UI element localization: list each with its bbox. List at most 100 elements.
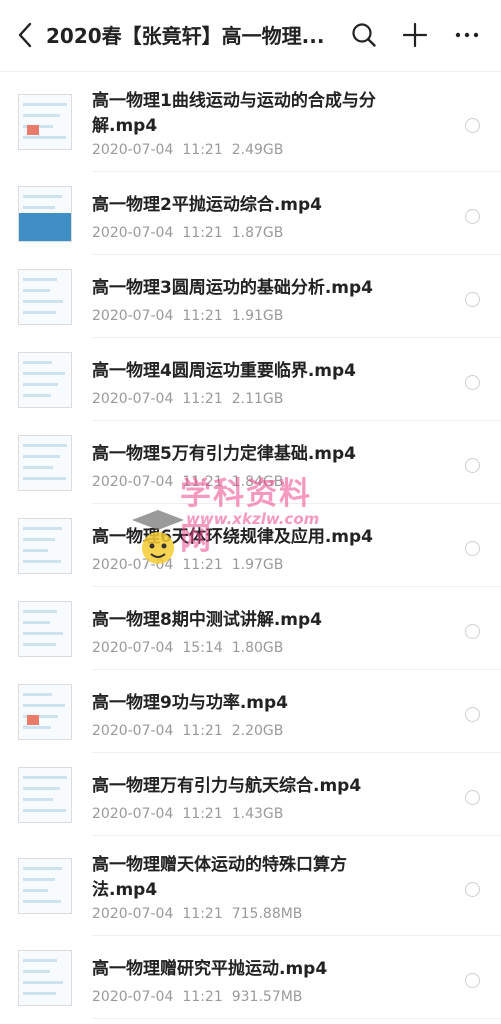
add-button[interactable] [398, 18, 432, 52]
video-thumbnail [18, 858, 72, 914]
file-name-line: 高一物理万有引力与航天综合.mp4 [92, 776, 362, 796]
file-time: 11:21 [182, 906, 223, 922]
file-name: 高一物理5万有引力定律基础.mp4 [92, 442, 417, 467]
select-radio[interactable] [465, 118, 480, 133]
file-time: 11:21 [182, 989, 223, 1005]
search-button[interactable] [347, 18, 381, 52]
file-name-line: 高一物理8期中测试讲解.mp4 [92, 610, 322, 630]
select-radio[interactable] [465, 209, 480, 224]
file-time: 11:21 [182, 391, 223, 407]
file-date: 2020-07-04 [92, 474, 174, 490]
row-divider [92, 1018, 501, 1019]
file-name: 高一物理2平抛运动综合.mp4 [92, 193, 417, 218]
back-button[interactable] [8, 16, 42, 54]
video-thumbnail [18, 94, 72, 150]
file-row[interactable]: 高一物理2平抛运动综合.mp4 2020-07-04 11:21 1.87GB [0, 172, 501, 255]
select-radio[interactable] [465, 973, 480, 988]
video-thumbnail [18, 767, 72, 823]
plus-icon [402, 22, 428, 48]
file-date: 2020-07-04 [92, 225, 174, 241]
top-bar: 2020春【张竟轩】高一物理... [0, 0, 501, 72]
file-size: 2.49GB [231, 142, 284, 158]
file-meta: 2020-07-04 11:21 715.88MB [92, 906, 302, 922]
file-row[interactable]: 高一物理5万有引力定律基础.mp4 2020-07-04 11:21 1.84GB [0, 421, 501, 504]
file-meta: 2020-07-04 11:21 1.84GB [92, 474, 283, 490]
file-row[interactable]: 高一物理万有引力与航天综合.mp4 2020-07-04 11:21 1.43GB [0, 753, 501, 836]
select-radio[interactable] [465, 541, 480, 556]
select-radio[interactable] [465, 458, 480, 473]
file-size: 931.57MB [231, 989, 303, 1005]
video-thumbnail [18, 352, 72, 408]
file-size: 1.97GB [231, 557, 284, 573]
file-date: 2020-07-04 [92, 640, 174, 656]
file-name: 高一物理赠研究平抛运动.mp4 [92, 957, 417, 982]
file-date: 2020-07-04 [92, 391, 174, 407]
file-time: 15:14 [182, 640, 223, 656]
video-thumbnail [18, 518, 72, 574]
select-radio[interactable] [465, 707, 480, 722]
file-name: 高一物理6天体环绕规律及应用.mp4 [92, 525, 417, 550]
file-row[interactable]: 高一物理6天体环绕规律及应用.mp4 2020-07-04 11:21 1.97GB [0, 504, 501, 587]
file-date: 2020-07-04 [92, 806, 174, 822]
file-name-line: 高一物理5万有引力定律基础.mp4 [92, 444, 356, 464]
video-thumbnail [18, 950, 72, 1006]
file-size: 1.87GB [231, 225, 284, 241]
file-name-line: 高一物理赠天体运动的特殊口算方 [92, 855, 347, 875]
file-name: 高一物理3圆周运功的基础分析.mp4 [92, 276, 417, 301]
file-date: 2020-07-04 [92, 308, 174, 324]
file-row[interactable]: 高一物理9功与功率.mp4 2020-07-04 11:21 2.20GB [0, 670, 501, 753]
video-thumbnail [18, 269, 72, 325]
file-meta: 2020-07-04 11:21 1.43GB [92, 806, 283, 822]
file-row[interactable]: 高一物理4圆周运功重要临界.mp4 2020-07-04 11:21 2.11GB [0, 338, 501, 421]
file-size: 1.84GB [231, 474, 284, 490]
file-name: 高一物理4圆周运功重要临界.mp4 [92, 359, 417, 384]
video-thumbnail [18, 186, 72, 242]
file-meta: 2020-07-04 11:21 2.49GB [92, 142, 283, 158]
select-radio[interactable] [465, 624, 480, 639]
file-meta: 2020-07-04 11:21 931.57MB [92, 989, 302, 1005]
file-meta: 2020-07-04 11:21 1.91GB [92, 308, 283, 324]
file-meta: 2020-07-04 11:21 2.20GB [92, 723, 283, 739]
file-name-line: 高一物理4圆周运功重要临界.mp4 [92, 361, 356, 381]
select-radio[interactable] [465, 375, 480, 390]
file-meta: 2020-07-04 11:21 1.97GB [92, 557, 283, 573]
file-date: 2020-07-04 [92, 906, 174, 922]
file-name-line: 高一物理9功与功率.mp4 [92, 693, 288, 713]
file-name-line: 高一物理3圆周运功的基础分析.mp4 [92, 278, 373, 298]
folder-title: 2020春【张竟轩】高一物理... [46, 24, 325, 48]
more-button[interactable] [450, 18, 484, 52]
file-date: 2020-07-04 [92, 142, 174, 158]
file-name-line: 解.mp4 [92, 116, 158, 136]
file-row[interactable]: 高一物理赠研究平抛运动.mp4 2020-07-04 11:21 931.57MB [0, 936, 501, 1019]
select-radio[interactable] [465, 882, 480, 897]
file-row[interactable]: 高一物理3圆周运功的基础分析.mp4 2020-07-04 11:21 1.91GB [0, 255, 501, 338]
file-name-line: 法.mp4 [92, 880, 158, 900]
file-time: 11:21 [182, 474, 223, 490]
file-row[interactable]: 高一物理赠天体运动的特殊口算方 法.mp4 2020-07-04 11:21 715.8… [0, 836, 501, 936]
file-row[interactable]: 高一物理8期中测试讲解.mp4 2020-07-04 15:14 1.80GB [0, 587, 501, 670]
file-size: 2.20GB [231, 723, 284, 739]
file-size: 1.80GB [231, 640, 284, 656]
file-time: 11:21 [182, 723, 223, 739]
file-size: 1.91GB [231, 308, 284, 324]
back-arrow-icon [18, 22, 32, 48]
file-size: 2.11GB [231, 391, 284, 407]
file-meta: 2020-07-04 11:21 2.11GB [92, 391, 283, 407]
file-name: 高一物理1曲线运动与运动的合成与分 解.mp4 [92, 89, 417, 139]
file-list: 高一物理1曲线运动与运动的合成与分 解.mp4 2020-07-04 11:21 2.4… [0, 72, 501, 1019]
file-row[interactable]: 高一物理1曲线运动与运动的合成与分 解.mp4 2020-07-04 11:21 2.4… [0, 72, 501, 172]
file-name-line: 高一物理2平抛运动综合.mp4 [92, 195, 322, 215]
file-name-line: 高一物理6天体环绕规律及应用.mp4 [92, 527, 373, 547]
select-radio[interactable] [465, 790, 480, 805]
video-thumbnail [18, 684, 72, 740]
file-name-line: 高一物理赠研究平抛运动.mp4 [92, 959, 328, 979]
video-thumbnail [18, 601, 72, 657]
file-size: 715.88MB [231, 906, 303, 922]
file-name: 高一物理8期中测试讲解.mp4 [92, 608, 417, 633]
file-name: 高一物理万有引力与航天综合.mp4 [92, 774, 417, 799]
file-time: 11:21 [182, 225, 223, 241]
file-name: 高一物理赠天体运动的特殊口算方 法.mp4 [92, 853, 417, 903]
select-radio[interactable] [465, 292, 480, 307]
file-date: 2020-07-04 [92, 557, 174, 573]
file-size: 1.43GB [231, 806, 284, 822]
